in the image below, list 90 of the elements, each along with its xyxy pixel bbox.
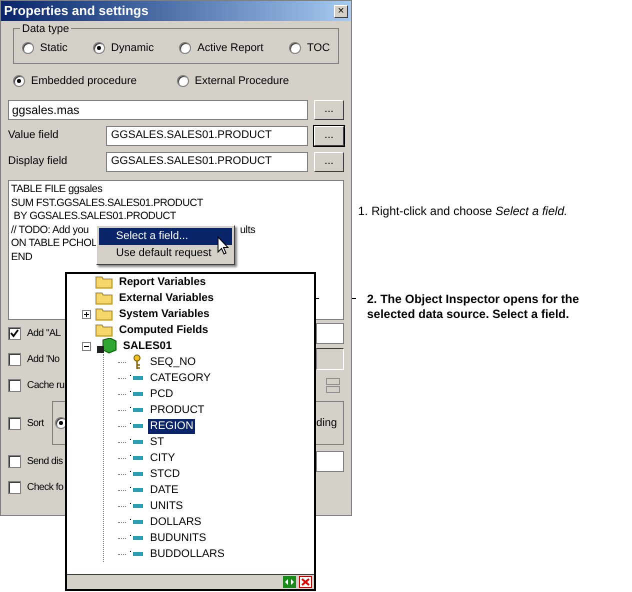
code-line: TABLE FILE ggsales xyxy=(11,183,102,195)
input-field[interactable]: GGSALES.SALES01.PRODUCT xyxy=(106,126,308,146)
radio-button[interactable] xyxy=(93,42,106,54)
field-icon xyxy=(130,391,144,397)
tree-item[interactable]: Computed Fields xyxy=(117,322,210,338)
callout-text: 2. The Object Inspector opens for the selected data source. Select a field. xyxy=(367,292,580,322)
field-icon xyxy=(130,439,144,445)
code-line: SUM FST.GGSALES.SALES01.PRODUCT xyxy=(11,196,204,208)
input-field[interactable] xyxy=(316,450,344,472)
code-line: // TODO: Add you xyxy=(11,224,89,236)
radio-label: Embedded procedure xyxy=(31,74,137,89)
tree-item[interactable]: System Variables xyxy=(117,306,212,322)
tree-item[interactable]: External Variables xyxy=(117,290,216,306)
tree-item[interactable]: DOLLARS xyxy=(148,514,204,530)
field-icon xyxy=(130,503,144,509)
option-label: Add 'No xyxy=(27,352,60,366)
tree-item[interactable]: BUDUNITS xyxy=(148,530,208,546)
code-line: ON TABLE PCHOL xyxy=(11,237,97,249)
radio-button[interactable] xyxy=(179,42,192,54)
panel xyxy=(316,348,344,370)
radio-button[interactable] xyxy=(22,42,34,54)
radio-label: TOC xyxy=(306,40,330,56)
option-label: Cache ru xyxy=(27,378,64,392)
field-icon xyxy=(130,551,144,557)
checkbox[interactable] xyxy=(8,454,21,468)
browse-button[interactable]: ... xyxy=(314,100,344,120)
tree-item[interactable]: PRODUCT xyxy=(148,402,206,418)
code-line: END xyxy=(11,250,32,262)
radio-label: Dynamic xyxy=(111,40,154,56)
field-icon xyxy=(130,535,144,541)
checkbox[interactable] xyxy=(8,416,21,430)
tree-item[interactable]: CATEGORY xyxy=(148,370,213,386)
collapse-icon[interactable] xyxy=(82,342,90,350)
folder-icon xyxy=(95,291,113,305)
checkbox[interactable] xyxy=(8,378,21,392)
tree-item[interactable]: BUDDOLLARS xyxy=(148,546,227,562)
option-label: Send dis xyxy=(27,454,63,468)
option-label: Check fo xyxy=(27,480,64,494)
radio-label: Active Report xyxy=(197,40,264,56)
folder-icon xyxy=(95,307,113,321)
tree-item[interactable]: REGION xyxy=(148,418,196,434)
tree-item[interactable]: DATE xyxy=(148,482,181,498)
field-label: Value field xyxy=(8,128,60,144)
field-icon xyxy=(130,471,144,477)
tree-item[interactable]: PCD xyxy=(148,386,176,402)
radio-label: External Procedure xyxy=(194,74,289,89)
checkbox[interactable] xyxy=(8,480,21,494)
input-field[interactable]: GGSALES.SALES01.PRODUCT xyxy=(106,152,308,172)
option-label: Add "AL xyxy=(27,326,61,340)
input-field[interactable] xyxy=(316,322,344,344)
group-label: Data type xyxy=(20,21,72,38)
window-title: Properties and settings xyxy=(4,2,148,20)
field-icon xyxy=(130,423,144,429)
tree-item[interactable]: SALES01 xyxy=(121,338,174,354)
code-line: BY GGSALES.SALES01.PRODUCT xyxy=(12,210,176,222)
close-icon[interactable] xyxy=(299,576,312,588)
radio-button[interactable] xyxy=(176,75,189,87)
tree-item[interactable]: SEQ_NO xyxy=(148,354,198,370)
radio-label: ding xyxy=(316,416,337,431)
field-icon xyxy=(130,455,144,461)
tree-item[interactable]: UNITS xyxy=(148,498,185,514)
tree-item[interactable]: ST xyxy=(148,434,166,450)
browse-button[interactable]: ... xyxy=(314,152,344,172)
tree-item[interactable]: CITY xyxy=(148,450,178,466)
field-icon xyxy=(130,375,144,381)
folder-icon xyxy=(95,323,113,337)
arrows-icon[interactable] xyxy=(283,576,296,588)
radio-button[interactable] xyxy=(13,75,25,87)
cube-icon xyxy=(95,338,117,354)
close-button[interactable]: × xyxy=(334,4,348,18)
folder-icon xyxy=(95,275,113,289)
cursor-icon xyxy=(217,236,229,255)
code-line: ults xyxy=(240,224,256,237)
expand-icon[interactable] xyxy=(82,310,90,318)
tree-item[interactable]: STCD xyxy=(148,466,182,482)
radio-label: Static xyxy=(40,40,68,56)
radio-button[interactable] xyxy=(288,42,301,54)
field-icon xyxy=(130,407,144,413)
menu-item[interactable]: Select a field... xyxy=(99,228,232,245)
tree-item[interactable]: Report Variables xyxy=(117,274,208,290)
field-icon xyxy=(130,487,144,493)
input-field[interactable]: ggsales.mas xyxy=(8,100,308,120)
checkbox[interactable] xyxy=(8,326,21,340)
callout-text: 1. Right-click and choose Select a field. xyxy=(358,203,568,220)
menu-item[interactable]: Use default request xyxy=(99,245,232,262)
checkbox[interactable] xyxy=(8,352,21,366)
field-label: Display field xyxy=(8,154,68,170)
field-icon xyxy=(130,519,144,525)
browse-button[interactable]: ... xyxy=(314,126,344,146)
option-label: Sort xyxy=(27,416,44,430)
